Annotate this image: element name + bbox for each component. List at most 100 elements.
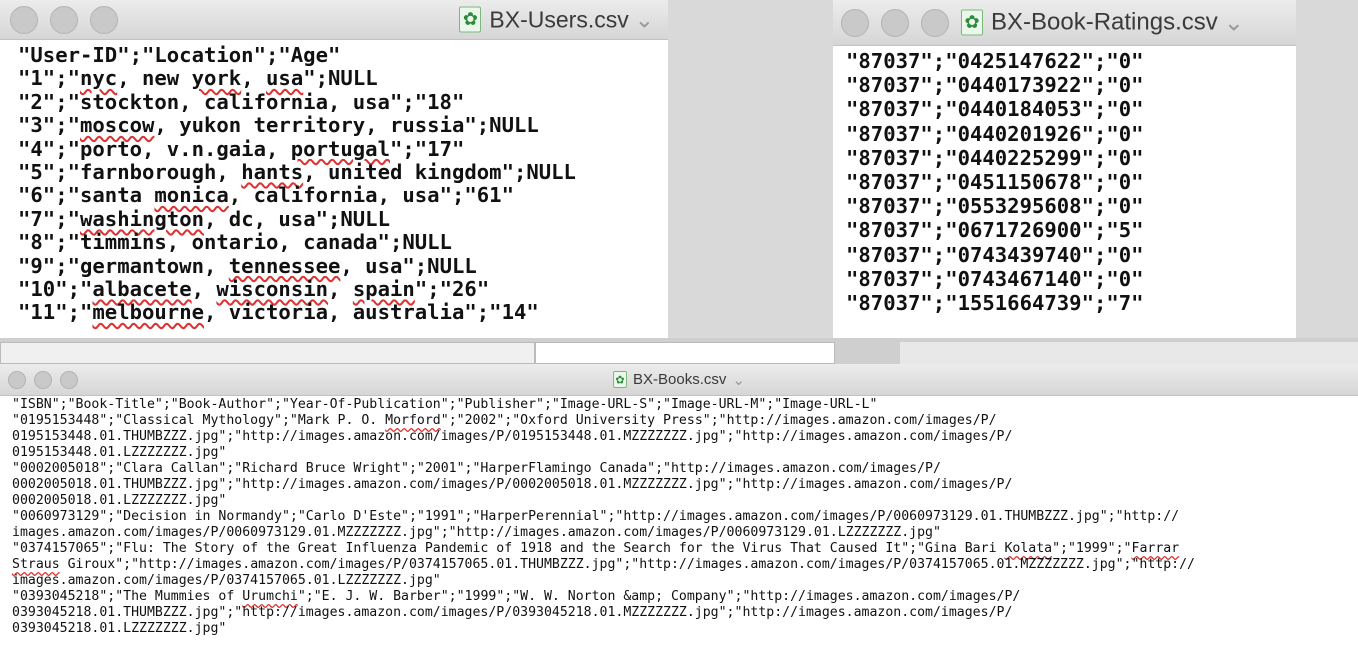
text-line: "9";"germantown, tennessee, usa";NULL xyxy=(18,253,668,278)
text-segment: , xyxy=(241,66,267,91)
text-segment: 0002005018.01.LZZZZZZZ.jpg" xyxy=(12,493,227,508)
csv-document-icon xyxy=(459,6,482,33)
text-line: "3";"moscow, yukon territory, russia";NU… xyxy=(18,114,668,137)
window-controls xyxy=(10,5,130,34)
minimize-button[interactable] xyxy=(881,8,909,37)
text-segment: "0195153448";"Classical Mythology";"Mark… xyxy=(12,413,386,428)
close-button[interactable] xyxy=(841,8,869,37)
misspelled-word: nyc xyxy=(80,66,118,91)
text-line: "8";"timmins, ontario, canada";NULL xyxy=(18,231,668,254)
text-segment: 0002005018.01.THUMBZZZ.jpg";"http://imag… xyxy=(12,477,1013,492)
text-line: "10";"albacete, wisconsin, spain";"26" xyxy=(18,277,668,302)
text-segment: "8";"timmins, ontario, canada";NULL xyxy=(18,230,452,255)
text-segment: "87037";"0553295608";"0" xyxy=(846,194,1144,219)
background-window-strip xyxy=(0,338,1358,364)
chevron-down-icon[interactable]: ⌄ xyxy=(635,6,654,33)
minimize-button[interactable] xyxy=(34,370,52,389)
close-button[interactable] xyxy=(8,370,26,389)
text-segment: ";"26" xyxy=(414,277,490,302)
text-line: "87037";"0671726900";"5" xyxy=(846,218,1296,242)
text-segment: ";"1999";" xyxy=(1052,541,1132,556)
file-content[interactable]: "ISBN";"Book-Title";"Book-Author";"Year-… xyxy=(0,396,1358,637)
text-segment: Giroux";"http://images.amazon.com/images… xyxy=(59,557,1195,572)
text-segment: , united kingdom";NULL xyxy=(303,160,576,185)
misspelled-word: usa xyxy=(266,66,304,91)
text-line: 0393045218.01.LZZZZZZZ.jpg" xyxy=(12,621,1358,637)
misspelled-word: hants xyxy=(241,160,304,185)
minimize-button[interactable] xyxy=(50,5,78,34)
misspelled-word: melbourne xyxy=(92,300,204,325)
zoom-button[interactable] xyxy=(921,8,949,37)
text-line: "87037";"0451150678";"0" xyxy=(846,170,1296,194)
text-segment: "7";" xyxy=(18,206,80,231)
text-segment: , california, usa";"61" xyxy=(228,183,514,208)
text-segment: images.amazon.com/images/P/0374157065.01… xyxy=(12,573,441,588)
text-line: "87037";"0440173922";"0" xyxy=(846,73,1296,97)
text-line: images.amazon.com/images/P/0374157065.01… xyxy=(12,573,1358,589)
text-segment: ";"E. J. W. Barber";"1999";"W. W. Norton… xyxy=(297,589,1021,604)
text-segment: "0002005018";"Clara Callan";"Richard Bru… xyxy=(12,461,941,476)
text-line: 0393045218.01.THUMBZZZ.jpg";"http://imag… xyxy=(12,605,1358,621)
users-titlebar[interactable]: BX-Users.csv ⌄ xyxy=(0,0,668,40)
misspelled-word: spain xyxy=(352,277,415,302)
text-line: "0060973129";"Decision in Normandy";"Car… xyxy=(12,509,1358,525)
text-line: 0002005018.01.LZZZZZZZ.jpg" xyxy=(12,493,1358,509)
text-segment: , new xyxy=(117,66,192,91)
window-title[interactable]: BX-Users.csv ⌄ xyxy=(459,6,654,33)
misspelled-word: wisconsin xyxy=(216,277,329,302)
text-segment: , xyxy=(191,277,217,302)
window-title[interactable]: BX-Books.csv ⌄ xyxy=(613,371,745,389)
misspelled-word: Morford xyxy=(385,413,441,428)
users-csv-window: BX-Users.csv ⌄ "User-ID";"Location";"Age… xyxy=(0,0,668,338)
zoom-button[interactable] xyxy=(90,5,118,34)
text-segment: "87037";"0440201926";"0" xyxy=(846,121,1144,146)
text-segment: 0195153448.01.THUMBZZZ.jpg";"http://imag… xyxy=(12,429,1013,444)
text-segment: "ISBN";"Book-Title";"Book-Author";"Year-… xyxy=(12,397,878,412)
misspelled-word: york xyxy=(191,66,242,91)
text-segment: "0393045218";"The Mummies of xyxy=(12,589,243,604)
ratings-titlebar[interactable]: BX-Book-Ratings.csv ⌄ xyxy=(833,0,1296,46)
text-segment: , usa";NULL xyxy=(340,253,477,278)
chevron-down-icon[interactable]: ⌄ xyxy=(1224,8,1244,37)
text-line: "87037";"0440225299";"0" xyxy=(846,146,1296,170)
books-titlebar[interactable]: BX-Books.csv ⌄ xyxy=(0,364,1358,396)
text-segment: 0195153448.01.LZZZZZZZ.jpg" xyxy=(12,445,227,460)
chevron-down-icon[interactable]: ⌄ xyxy=(732,371,745,389)
text-line: "11";"melbourne, victoria, australia";"1… xyxy=(18,301,668,324)
misspelled-word: Urumchi xyxy=(242,589,298,604)
window-controls xyxy=(8,370,86,389)
misspelled-word: monica xyxy=(154,183,229,208)
text-line: 0002005018.01.THUMBZZZ.jpg";"http://imag… xyxy=(12,477,1358,493)
text-segment: "6";"santa xyxy=(18,183,155,208)
window-title[interactable]: BX-Book-Ratings.csv ⌄ xyxy=(961,8,1244,37)
text-line: "6";"santa monica, california, usa";"61" xyxy=(18,184,668,207)
text-segment: "87037";"0440225299";"0" xyxy=(846,145,1144,170)
text-line: "0195153448";"Classical Mythology";"Mark… xyxy=(12,413,1358,429)
file-content[interactable]: "User-ID";"Location";"Age" "1";"nyc, new … xyxy=(0,40,668,325)
text-line: "7";"washington, dc, usa";NULL xyxy=(18,206,668,231)
text-segment: , yukon territory, russia";NULL xyxy=(154,113,539,138)
zoom-button[interactable] xyxy=(60,370,78,389)
misspelled-word: Straus xyxy=(12,557,60,572)
text-segment: images.amazon.com/images/P/0060973129.01… xyxy=(12,525,941,540)
text-line: "87037";"0743467140";"0" xyxy=(846,267,1296,291)
text-line: 0195153448.01.LZZZZZZZ.jpg" xyxy=(12,445,1358,461)
close-button[interactable] xyxy=(10,5,38,34)
text-line: "5";"farnborough, hants, united kingdom"… xyxy=(18,160,668,185)
misspelled-word: albacete xyxy=(92,277,192,302)
misspelled-word: Farrar xyxy=(1131,541,1180,556)
text-segment: "87037";"0743467140";"0" xyxy=(846,266,1144,291)
text-line: "1";"nyc, new york, usa";NULL xyxy=(18,67,668,90)
text-line: "0374157065";"Flu: The Story of the Grea… xyxy=(12,541,1358,557)
window-controls xyxy=(841,8,961,37)
text-segment: "87037";"1551664739";"7" xyxy=(846,291,1144,316)
misspelled-word: washington xyxy=(80,206,204,231)
csv-document-icon xyxy=(961,9,983,36)
text-line: "ISBN";"Book-Title";"Book-Author";"Year-… xyxy=(12,397,1358,413)
file-content[interactable]: "87037";"0425147622";"0" "87037";"0440173… xyxy=(833,46,1296,315)
text-segment: "0374157065";"Flu: The Story of the Grea… xyxy=(12,541,1005,556)
text-line: "0002005018";"Clara Callan";"Richard Bru… xyxy=(12,461,1358,477)
text-segment: "11";" xyxy=(18,300,93,325)
text-segment: "10";" xyxy=(18,277,93,302)
text-line: Straus Giroux";"http://images.amazon.com… xyxy=(12,557,1358,573)
